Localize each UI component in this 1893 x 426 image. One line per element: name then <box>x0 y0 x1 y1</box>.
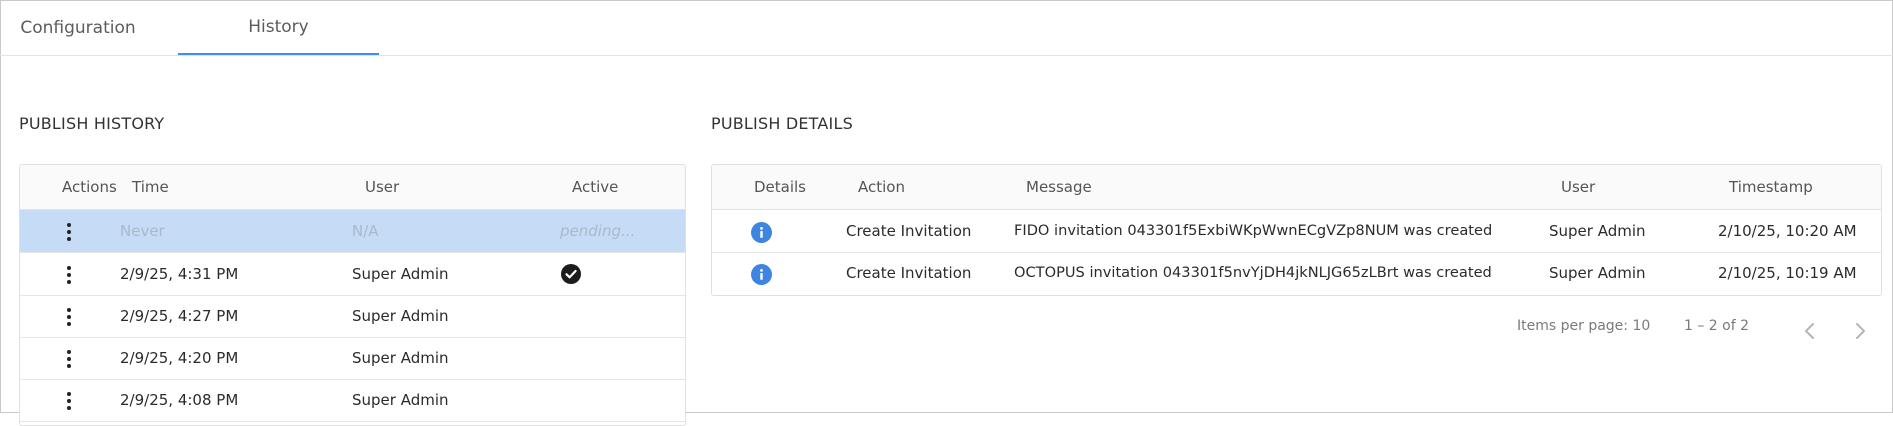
col-message[interactable]: Message <box>1026 165 1092 209</box>
col-timestamp[interactable]: Timestamp <box>1729 165 1813 209</box>
cell-user: N/A <box>352 222 379 240</box>
table-row-pending[interactable]: Never N/A pending... <box>20 210 685 253</box>
cell-time: 2/9/25, 4:31 PM <box>120 265 239 283</box>
cell-user: Super Admin <box>352 307 449 325</box>
cell-message: FIDO invitation 043301f5ExbiWKpWwnECgVZp… <box>1014 222 1493 239</box>
publish-details-table: Details Action Message User Timestamp Cr… <box>711 164 1882 296</box>
tab-bar: Configuration History <box>0 0 1893 56</box>
tab-history[interactable]: History <box>178 0 379 55</box>
info-icon[interactable] <box>751 222 772 243</box>
table-row[interactable]: 2/9/25, 4:08 PM Super Admin <box>20 379 685 422</box>
cell-message: OCTOPUS invitation 043301f5nvYjDH4jkNLJG… <box>1014 264 1492 281</box>
col-action[interactable]: Action <box>858 165 905 209</box>
cell-active-pending: pending... <box>560 222 636 240</box>
table-row[interactable]: 2/9/25, 4:27 PM Super Admin <box>20 295 685 338</box>
more-vert-icon[interactable] <box>61 392 77 410</box>
col-actions: Actions <box>62 178 117 196</box>
items-per-page-select[interactable]: 10 <box>1632 318 1650 334</box>
cell-timestamp: 2/10/25, 10:19 AM <box>1718 264 1857 282</box>
table-row[interactable]: 2/9/25, 4:31 PM Super Admin <box>20 253 685 296</box>
publish-details-header: Details Action Message User Timestamp <box>712 165 1881 210</box>
cell-user: Super Admin <box>352 349 449 367</box>
tab-configuration-label: Configuration <box>20 17 136 38</box>
publish-history-table: Actions Time User Active Never N/A pendi… <box>19 164 686 426</box>
next-page-button[interactable] <box>1850 320 1870 342</box>
items-per-page-label: Items per page: 10 <box>1517 318 1650 334</box>
cell-user: Super Admin <box>352 265 449 283</box>
check-circle-icon <box>561 264 581 284</box>
more-vert-icon[interactable] <box>61 308 77 326</box>
info-icon[interactable] <box>751 264 772 285</box>
table-row[interactable]: Create Invitation OCTOPUS invitation 043… <box>712 252 1881 294</box>
table-row[interactable]: Create Invitation FIDO invitation 043301… <box>712 210 1881 253</box>
cell-user: Super Admin <box>352 391 449 409</box>
publish-history-header: Actions Time User Active <box>20 165 685 210</box>
cell-timestamp: 2/10/25, 10:20 AM <box>1718 222 1857 240</box>
cell-time: Never <box>120 222 165 240</box>
cell-time: 2/9/25, 4:27 PM <box>120 307 239 325</box>
more-vert-icon[interactable] <box>61 350 77 368</box>
cell-action: Create Invitation <box>846 264 972 282</box>
col-user[interactable]: User <box>365 165 399 209</box>
col-time[interactable]: Time <box>132 165 169 209</box>
table-row[interactable]: 2/9/25, 4:20 PM Super Admin <box>20 337 685 380</box>
more-vert-icon[interactable] <box>61 223 77 241</box>
col-details: Details <box>754 178 807 196</box>
cell-action: Create Invitation <box>846 222 972 240</box>
cell-time: 2/9/25, 4:20 PM <box>120 349 239 367</box>
cell-user: Super Admin <box>1549 264 1646 282</box>
tab-history-label: History <box>248 16 309 37</box>
tab-configuration[interactable]: Configuration <box>0 0 156 55</box>
cell-user: Super Admin <box>1549 222 1646 240</box>
items-per-page-text: Items per page: <box>1517 318 1629 334</box>
previous-page-button[interactable] <box>1800 320 1820 342</box>
publish-details-title: PUBLISH DETAILS <box>711 114 853 133</box>
more-vert-icon[interactable] <box>61 266 77 284</box>
publish-history-title: PUBLISH HISTORY <box>19 114 165 133</box>
col-active[interactable]: Active <box>572 165 618 209</box>
chevron-left-icon <box>1805 323 1814 339</box>
chevron-right-icon <box>1856 323 1865 339</box>
col-user[interactable]: User <box>1561 165 1595 209</box>
cell-time: 2/9/25, 4:08 PM <box>120 391 239 409</box>
page-range-label: 1 – 2 of 2 <box>1684 318 1750 334</box>
